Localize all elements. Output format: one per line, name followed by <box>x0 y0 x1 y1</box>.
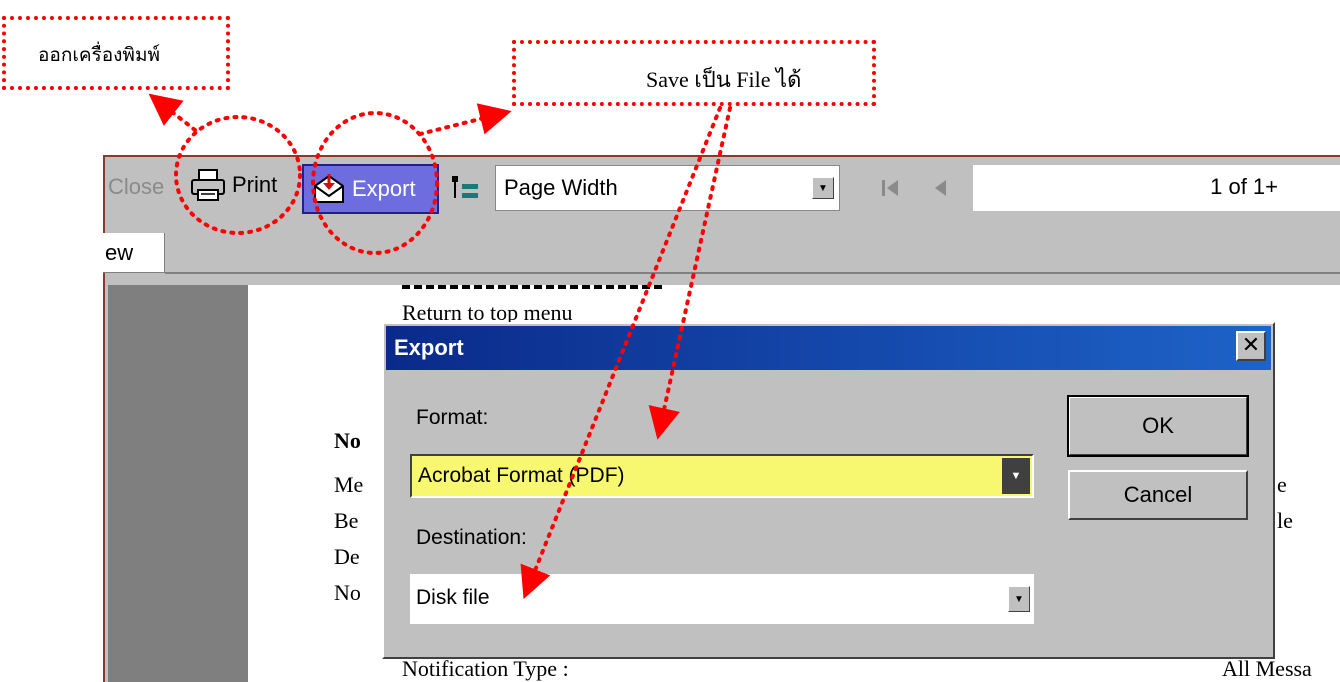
annotation-overlay <box>148 93 732 600</box>
format-arrow <box>648 106 732 440</box>
destination-arrow <box>520 106 722 600</box>
print-arrow <box>148 93 197 132</box>
export-arrow <box>418 103 512 136</box>
print-highlight-circle <box>174 115 302 235</box>
